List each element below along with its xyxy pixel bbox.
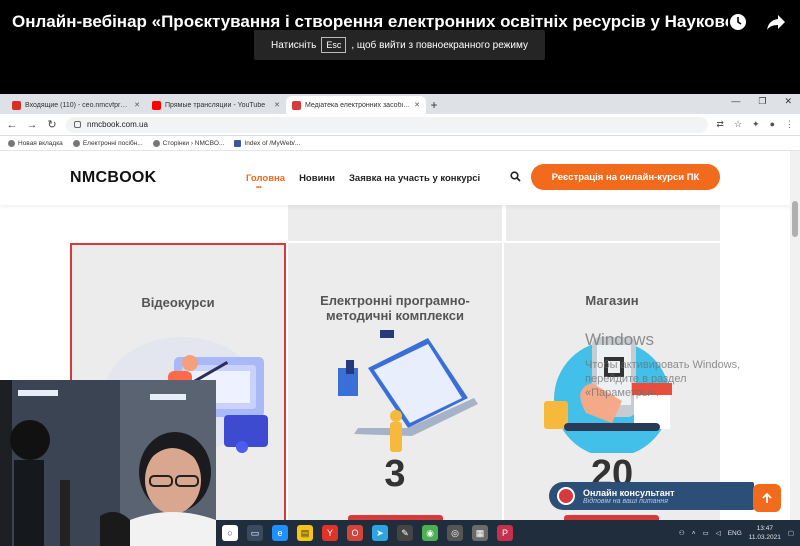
close-icon[interactable]: ✕ [134, 101, 140, 109]
card-title: Магазин [585, 293, 639, 308]
forward-icon[interactable]: → [26, 119, 38, 131]
menu-icon[interactable]: ⋮ [785, 119, 794, 130]
url-text: nmcbook.com.ua [87, 120, 148, 129]
grid-top [70, 205, 284, 241]
card-count: 3 [384, 453, 406, 495]
share-icon[interactable] [766, 12, 786, 32]
url-input[interactable]: nmcbook.com.ua [66, 116, 709, 133]
card-title: Відеокурси [141, 295, 215, 310]
main-nav: Головна Новини Заявка на участь у конкур… [246, 173, 480, 191]
online-consultant-widget[interactable]: Онлайн консультант Відповім на ваші пита… [549, 482, 754, 510]
video-title: Онлайн-вебінар «Проєктування і створення… [12, 12, 728, 31]
clock-icon[interactable] [728, 12, 748, 32]
star-icon[interactable]: ☆ [734, 119, 742, 130]
people-icon[interactable]: ⚇ [679, 529, 685, 537]
task-view-icon[interactable]: ▭ [247, 525, 263, 541]
webcam-overlay [0, 380, 216, 546]
tab-youtube[interactable]: Прямые трансляции - YouTube ✕ [146, 96, 286, 114]
nav-home[interactable]: Головна [246, 173, 285, 191]
clock[interactable]: 13:47 11.03.2021 [749, 524, 781, 542]
arrow-up-icon [762, 492, 772, 503]
toast-suffix: , щоб вийти з повноекранного режиму [351, 39, 528, 51]
nav-contest[interactable]: Заявка на участь у конкурсі [349, 173, 480, 184]
register-button[interactable]: Реєстрація на онлайн-курси ПК [531, 164, 720, 190]
lock-icon[interactable] [74, 121, 81, 128]
search-icon[interactable]: ○ [222, 525, 238, 541]
folder-icon [234, 139, 242, 147]
video-player[interactable]: Онлайн-вебінар «Проєктування і створення… [0, 0, 800, 546]
tab-gmail[interactable]: Входящие (110) - ceo.nmcvfpro@... ✕ [6, 96, 146, 114]
folder-icon[interactable]: ▤ [297, 525, 313, 541]
bookmark-item[interactable]: Електронні посібн... [72, 139, 143, 147]
chevron-up-icon[interactable]: ˄ [692, 530, 696, 537]
puzzle-icon[interactable]: ✦ [752, 119, 760, 130]
close-window-icon[interactable]: ✕ [784, 96, 792, 107]
system-tray: ⚇ ˄ ▭ ◁ ENG 13:47 11.03.2021 ▢ [679, 520, 794, 546]
tab-mediateka[interactable]: Медіатека електронних засобів... ✕ [286, 96, 426, 114]
pen-icon[interactable]: ✎ [397, 525, 413, 541]
close-icon[interactable]: ✕ [414, 101, 420, 109]
bookmark-item[interactable]: Новая вкладка [8, 139, 63, 147]
scroll-top-button[interactable] [753, 484, 781, 512]
close-icon[interactable]: ✕ [274, 101, 280, 109]
grid-top [506, 205, 720, 241]
site-icon [292, 100, 301, 110]
profile-icon[interactable]: ● [770, 119, 775, 130]
volume-icon[interactable]: ◁ [716, 529, 721, 537]
yandex-icon[interactable]: Y [322, 525, 338, 541]
minimize-icon[interactable]: — [731, 96, 740, 107]
youtube-icon [152, 100, 161, 110]
globe-icon [72, 139, 80, 147]
card-program-complexes[interactable]: Електронні програмно-методичні комплекси… [288, 243, 502, 546]
chat-subtitle: Відповім на ваші питання [583, 497, 669, 505]
bookmark-item[interactable]: Сторінки › NMCBO... [152, 139, 224, 147]
notifications-icon[interactable]: ▢ [788, 529, 794, 537]
search-icon[interactable] [510, 171, 521, 185]
toast-prefix: Натисніть [271, 39, 317, 51]
back-icon[interactable]: ← [6, 119, 18, 131]
presenter-video [0, 380, 216, 546]
opera-icon[interactable]: O [347, 525, 363, 541]
site-header: NMCBOOK Головна Новини Заявка на участь … [0, 151, 800, 205]
telegram-icon[interactable]: ➤ [372, 525, 388, 541]
activation-hint: Чтобы активировать Windows, перейдите в … [585, 359, 741, 399]
grid-top [288, 205, 502, 241]
window-controls: — ❐ ✕ [731, 96, 792, 107]
bookmarks-bar: Новая вкладка Електронні посібн... Сторі… [0, 136, 800, 151]
tab-label: Медіатека електронних засобів... [305, 101, 411, 109]
esc-key: Esc [321, 37, 347, 53]
activation-watermark: Windows [585, 330, 654, 349]
chrome-icon[interactable]: ◉ [422, 525, 438, 541]
language-indicator[interactable]: ENG [728, 530, 742, 537]
card-title: Електронні програмно-методичні комплекси [320, 293, 470, 323]
consultant-logo-icon [557, 487, 575, 505]
gmail-icon [12, 100, 21, 110]
restore-icon[interactable]: ❐ [758, 96, 766, 107]
reload-icon[interactable]: ↻ [46, 118, 58, 131]
edge-icon[interactable]: e [272, 525, 288, 541]
bookmark-item[interactable]: Index of /MyWeb/... [234, 139, 300, 147]
page-scrollbar[interactable] [790, 151, 800, 546]
fullscreen-toast: Натисніть Esc , щоб вийти з повноекранно… [254, 30, 545, 60]
video-actions [728, 12, 786, 32]
site-logo[interactable]: NMCBOOK [70, 169, 246, 187]
obs-icon[interactable]: ◎ [447, 525, 463, 541]
tab-bar: Входящие (110) - ceo.nmcvfpro@... ✕ Прям… [0, 94, 800, 114]
translate-icon[interactable]: ⇄ [716, 119, 724, 130]
laptop-illustration [338, 330, 478, 452]
address-bar: ← → ↻ nmcbook.com.ua ⇄ ☆ ✦ ● ⋮ [0, 114, 800, 136]
chat-title: Онлайн консультант [583, 487, 675, 498]
app-icon[interactable]: ▦ [472, 525, 488, 541]
windows-taskbar: ○ ▭ e ▤ Y O ➤ ✎ ◉ ◎ ▦ P ⚇ ˄ ▭ ◁ ENG 13:4… [216, 520, 800, 546]
tab-label: Прямые трансляции - YouTube [165, 101, 266, 109]
globe-icon [152, 139, 160, 147]
new-tab-button[interactable]: + [426, 96, 442, 114]
network-icon[interactable]: ▭ [703, 529, 709, 537]
tab-label: Входящие (110) - ceo.nmcvfpro@... [25, 101, 131, 109]
nav-news[interactable]: Новини [299, 173, 335, 184]
scroll-thumb[interactable] [792, 201, 798, 237]
globe-icon [8, 139, 15, 147]
powerpoint-icon[interactable]: P [497, 525, 513, 541]
extensions: ⇄ ☆ ✦ ● ⋮ [716, 119, 794, 130]
